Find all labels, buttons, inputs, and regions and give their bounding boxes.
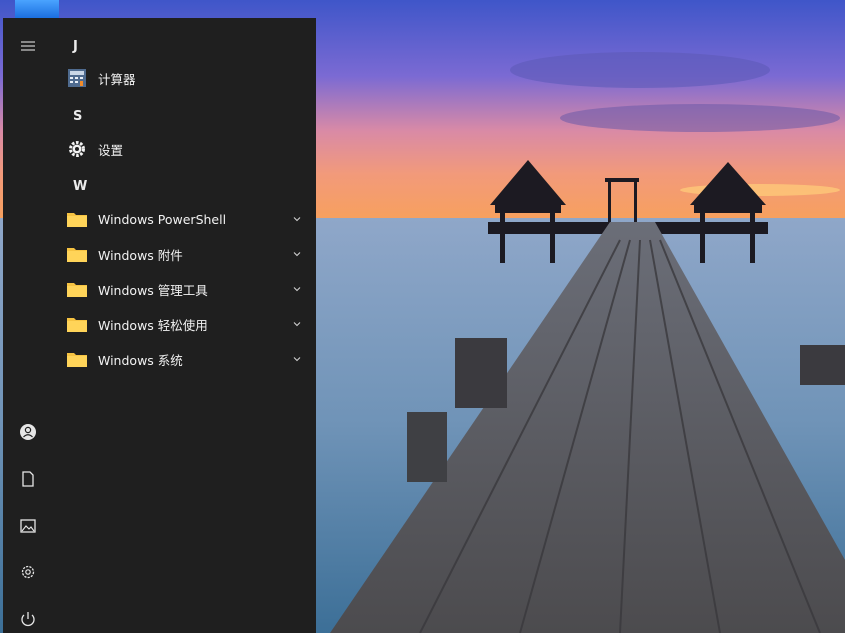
chevron-down-icon [293,357,301,362]
app-label: 设置 [98,142,124,158]
calculator-icon [66,67,88,89]
folder-icon [66,348,88,370]
start-logo-tile[interactable] [15,0,59,18]
folder-icon [66,278,88,300]
chevron-down-icon [293,217,301,222]
section-letter-j[interactable]: J [73,39,78,54]
pictures-icon[interactable] [15,513,41,539]
settings-icon[interactable] [15,559,41,585]
folder-label: Windows 管理工具 [98,282,208,298]
start-menu-rail [3,18,53,633]
folder-item-windows-system[interactable]: Windows 系统 [63,343,306,375]
power-icon[interactable] [15,606,41,632]
app-item-calculator[interactable]: 计算器 [63,62,306,94]
chevron-down-icon [293,287,301,292]
folder-item-windows-ease-of-access[interactable]: Windows 轻松使用 [63,308,306,340]
gear-icon [66,138,88,160]
folder-icon [66,208,88,230]
folder-label: Windows 附件 [98,247,183,263]
hamburger-icon[interactable] [15,33,41,59]
folder-label: Windows 系统 [98,352,183,368]
chevron-down-icon [293,252,301,257]
folder-item-windows-accessories[interactable]: Windows 附件 [63,238,306,270]
app-list: J 计算器 S 设置 W Windows PowerShell Windows … [53,18,316,633]
chevron-down-icon [293,322,301,327]
start-menu: J 计算器 S 设置 W Windows PowerShell Windows … [3,18,316,633]
section-letter-s[interactable]: S [73,109,82,124]
app-item-settings[interactable]: 设置 [63,133,306,165]
folder-label: Windows 轻松使用 [98,317,208,333]
folder-item-windows-powershell[interactable]: Windows PowerShell [63,203,306,235]
section-letter-w[interactable]: W [73,179,87,194]
user-icon[interactable] [15,419,41,445]
folder-icon [66,313,88,335]
app-label: 计算器 [98,71,136,87]
folder-label: Windows PowerShell [98,211,227,227]
folder-item-windows-admin-tools[interactable]: Windows 管理工具 [63,273,306,305]
document-icon[interactable] [15,466,41,492]
folder-icon [66,243,88,265]
